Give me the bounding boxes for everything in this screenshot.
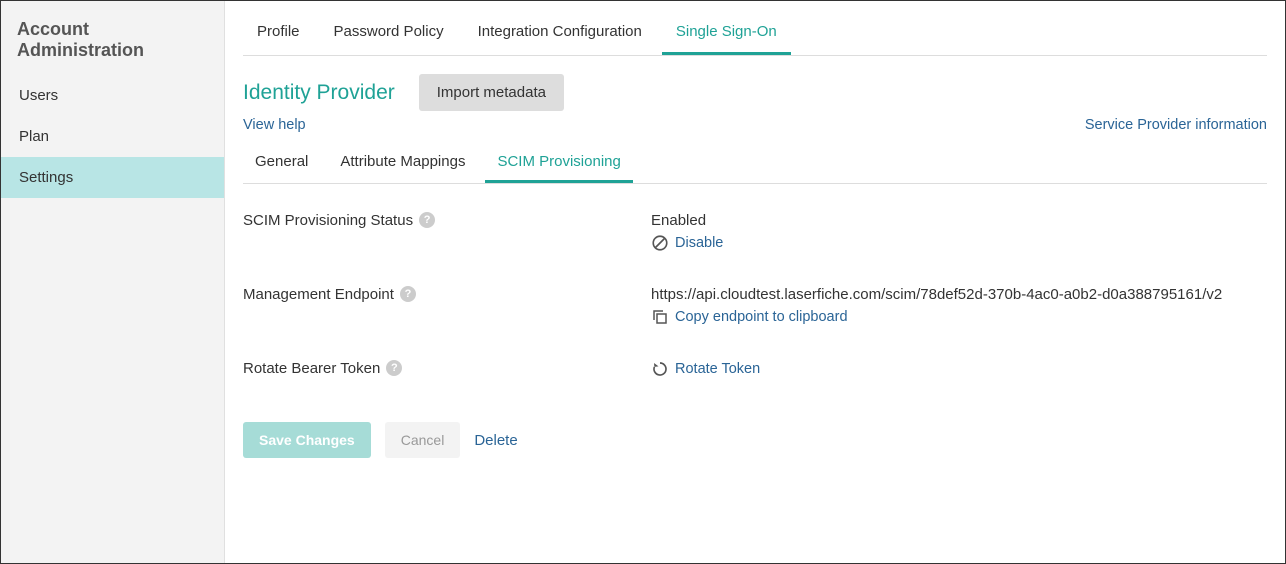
sub-tabs: General Attribute Mappings SCIM Provisio…: [243, 143, 1267, 184]
disable-link[interactable]: Disable: [651, 234, 1267, 252]
import-metadata-button[interactable]: Import metadata: [419, 74, 564, 111]
disable-link-text: Disable: [675, 235, 723, 251]
subtab-general[interactable]: General: [243, 143, 320, 183]
value-endpoint: https://api.cloudtest.laserfiche.com/sci…: [651, 286, 1267, 326]
app-container: Account Administration Users Plan Settin…: [0, 0, 1286, 564]
rotate-token-text: Rotate Token: [675, 361, 760, 377]
footer-actions: Save Changes Cancel Delete: [243, 422, 1267, 458]
tab-single-sign-on[interactable]: Single Sign-On: [662, 11, 791, 55]
value-rotate-token: Rotate Token: [651, 360, 1267, 378]
copy-endpoint-text: Copy endpoint to clipboard: [675, 309, 848, 325]
copy-icon: [651, 308, 669, 326]
view-help-link[interactable]: View help: [243, 117, 306, 133]
rotate-icon: [651, 360, 669, 378]
endpoint-value-text: https://api.cloudtest.laserfiche.com/sci…: [651, 286, 1267, 303]
subtab-attribute-mappings[interactable]: Attribute Mappings: [328, 143, 477, 183]
tab-profile[interactable]: Profile: [243, 11, 314, 55]
value-scim-status: Enabled Disable: [651, 212, 1267, 252]
row-rotate-token: Rotate Bearer Token ? Rotate Token: [243, 360, 1267, 378]
help-icon[interactable]: ?: [419, 212, 435, 228]
label-endpoint: Management Endpoint ?: [243, 286, 651, 326]
sidebar-item-plan[interactable]: Plan: [1, 116, 224, 157]
main-content: Profile Password Policy Integration Conf…: [225, 1, 1285, 563]
subtab-scim-provisioning[interactable]: SCIM Provisioning: [485, 143, 632, 183]
rotate-token-link[interactable]: Rotate Token: [651, 360, 1267, 378]
sidebar-title: Account Administration: [1, 1, 224, 75]
row-scim-status: SCIM Provisioning Status ? Enabled Disab…: [243, 212, 1267, 252]
sidebar-item-users[interactable]: Users: [1, 75, 224, 116]
tab-integration-config[interactable]: Integration Configuration: [464, 11, 656, 55]
sidebar-item-settings[interactable]: Settings: [1, 157, 224, 198]
copy-endpoint-link[interactable]: Copy endpoint to clipboard: [651, 308, 1267, 326]
section-header: Identity Provider Import metadata: [243, 74, 1267, 111]
label-scim-status: SCIM Provisioning Status ?: [243, 212, 651, 252]
section-title: Identity Provider: [243, 81, 395, 105]
service-provider-info-link[interactable]: Service Provider information: [1085, 117, 1267, 133]
header-links: View help Service Provider information: [243, 117, 1267, 133]
label-scim-status-text: SCIM Provisioning Status: [243, 212, 413, 229]
cancel-button[interactable]: Cancel: [385, 422, 461, 458]
tab-password-policy[interactable]: Password Policy: [320, 11, 458, 55]
save-button[interactable]: Save Changes: [243, 422, 371, 458]
help-icon[interactable]: ?: [400, 286, 416, 302]
label-rotate-token: Rotate Bearer Token ?: [243, 360, 651, 378]
delete-link[interactable]: Delete: [474, 432, 517, 449]
status-value-text: Enabled: [651, 212, 1267, 229]
disable-icon: [651, 234, 669, 252]
sidebar: Account Administration Users Plan Settin…: [1, 1, 225, 563]
label-rotate-token-text: Rotate Bearer Token: [243, 360, 380, 377]
label-endpoint-text: Management Endpoint: [243, 286, 394, 303]
help-icon[interactable]: ?: [386, 360, 402, 376]
top-tabs: Profile Password Policy Integration Conf…: [243, 11, 1267, 56]
row-endpoint: Management Endpoint ? https://api.cloudt…: [243, 286, 1267, 326]
